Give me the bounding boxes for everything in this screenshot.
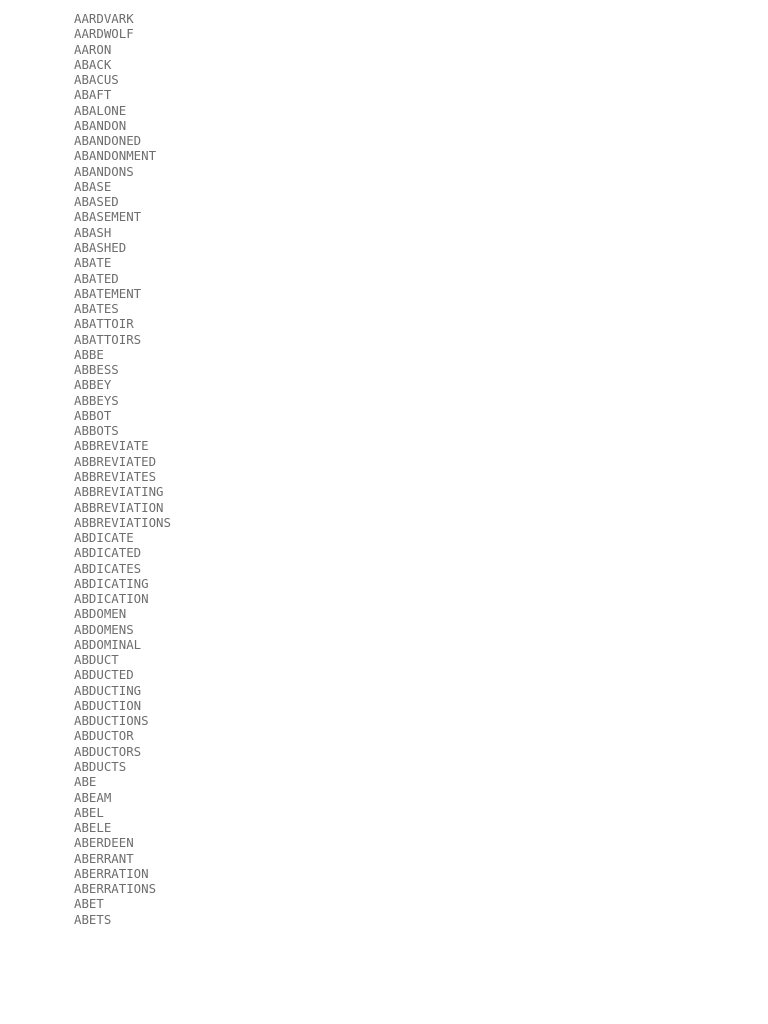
word-list-item: ABBREVIATE	[74, 438, 149, 454]
word-list-item: ABALONE	[74, 102, 127, 118]
word-list-item: ABBOTS	[74, 423, 119, 439]
word-list-item: ABATE	[74, 255, 112, 271]
word-list-item: ABBREVIATING	[74, 484, 164, 500]
word-list-item: ABATES	[74, 301, 119, 317]
word-list-item: ABAFT	[74, 87, 112, 103]
word-list-item: ABDUCT	[74, 652, 119, 668]
word-list-item: ABATEMENT	[74, 285, 142, 301]
word-list-item: ABBREVIATED	[74, 453, 157, 469]
word-list-item: ABBEYS	[74, 392, 119, 408]
word-list-item: AARDVARK	[74, 11, 134, 26]
word-list-item: ABDUCTING	[74, 682, 142, 698]
word-list-item: ABBREVIATIONS	[74, 514, 171, 530]
word-list-item: ABDICATES	[74, 560, 142, 576]
word-list-item: AARDWOLF	[74, 26, 134, 42]
word-list-item: ABERDEEN	[74, 835, 134, 851]
word-list-item: ABDOMENS	[74, 621, 134, 637]
word-list-item: ABDUCTED	[74, 667, 134, 683]
word-list-item: ABANDON	[74, 117, 127, 133]
word-list-item: ABBESS	[74, 362, 119, 378]
word-list-item: ABATED	[74, 270, 119, 286]
word-list-item: ABANDONS	[74, 163, 134, 179]
word-list-item: ABERRATIONS	[74, 881, 157, 897]
word-list-item: ABERRATION	[74, 865, 149, 881]
word-list-item: ABDICATED	[74, 545, 142, 561]
word-list-item: ABATTOIRS	[74, 331, 142, 347]
word-list-item: ABDOMEN	[74, 606, 127, 622]
word-list-item: ABEL	[74, 804, 104, 820]
word-list: AARDVARK AARDWOLF AARON ABACK ABACUS ABAFT ABA…	[74, 11, 171, 927]
word-list-item: ABDUCTS	[74, 759, 127, 775]
word-list-item: ABBE	[74, 346, 104, 362]
word-list-item: ABDUCTIONS	[74, 713, 149, 729]
word-list-item: ABACUS	[74, 72, 119, 88]
word-list-item: ABDICATING	[74, 575, 149, 591]
word-list-item: ABDUCTOR	[74, 728, 134, 744]
word-list-item: ABERRANT	[74, 850, 134, 866]
word-list-item: ABASH	[74, 224, 112, 240]
word-list-item: ABDUCTORS	[74, 743, 142, 759]
word-list-item: ABASHED	[74, 239, 127, 255]
word-list-item: ABDUCTION	[74, 697, 142, 713]
word-list-item: ABBREVIATION	[74, 499, 164, 515]
word-list-item: ABATTOIR	[74, 316, 134, 332]
word-list-item: ABANDONED	[74, 133, 142, 149]
word-list-item: ABEAM	[74, 789, 112, 805]
word-list-page: AARDVARK AARDWOLF AARON ABACK ABACUS ABAFT ABA…	[0, 0, 768, 1024]
word-list-item: ABE	[74, 774, 97, 790]
word-list-item: ABACK	[74, 56, 112, 72]
word-list-item: ABET	[74, 896, 104, 912]
word-list-item: ABBOT	[74, 407, 112, 423]
word-list-item: ABANDONMENT	[74, 148, 157, 164]
word-list-item: ABDICATION	[74, 591, 149, 607]
word-list-item: ABELE	[74, 820, 112, 836]
word-list-item: ABASED	[74, 194, 119, 210]
word-list-item: ABDOMINAL	[74, 636, 142, 652]
word-list-item: AARON	[74, 41, 112, 57]
word-list-item: ABBEY	[74, 377, 112, 393]
word-list-item: ABASE	[74, 178, 112, 194]
word-list-item: ABASEMENT	[74, 209, 142, 225]
word-list-item: ABBREVIATES	[74, 468, 157, 484]
word-list-item: ABETS	[74, 911, 112, 927]
word-list-item: ABDICATE	[74, 530, 134, 546]
